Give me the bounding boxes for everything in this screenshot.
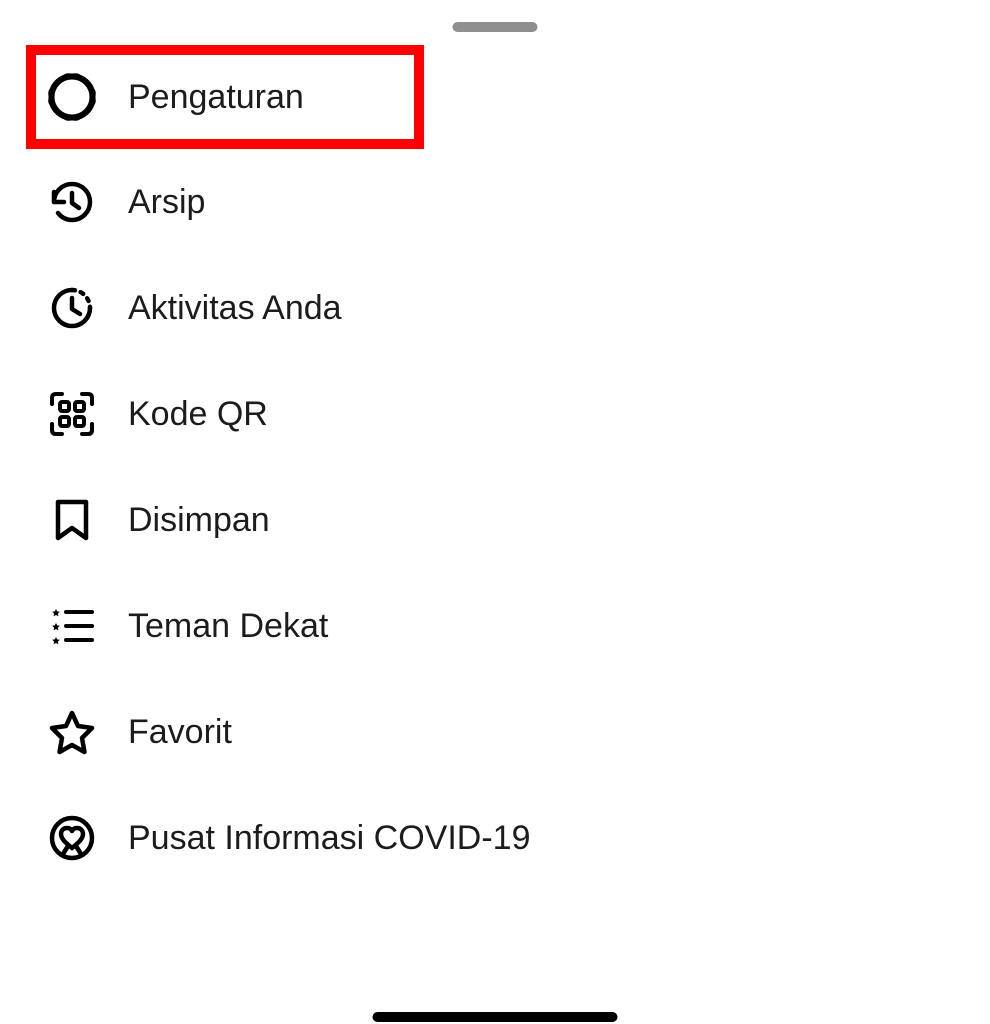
menu-item-activity[interactable]: Aktivitas Anda <box>0 255 990 361</box>
activity-clock-icon <box>48 284 96 332</box>
close-friends-icon <box>48 602 96 650</box>
star-icon <box>48 708 96 756</box>
menu-item-covid-info[interactable]: Pusat Informasi COVID-19 <box>0 785 990 891</box>
menu-label-qr-code: Kode QR <box>128 395 268 434</box>
menu-item-favorites[interactable]: Favorit <box>0 679 990 785</box>
menu-label-settings: Pengaturan <box>128 78 304 117</box>
qr-code-icon <box>48 390 96 438</box>
menu-item-settings[interactable]: Pengaturan <box>26 45 424 149</box>
menu-item-saved[interactable]: Disimpan <box>0 467 990 573</box>
menu-label-covid-info: Pusat Informasi COVID-19 <box>128 819 530 858</box>
menu-label-saved: Disimpan <box>128 501 270 540</box>
menu-label-close-friends: Teman Dekat <box>128 607 328 646</box>
home-indicator[interactable] <box>373 1012 618 1022</box>
history-icon <box>48 178 96 226</box>
gear-icon <box>48 73 96 121</box>
heart-ribbon-icon <box>48 814 96 862</box>
menu-label-archive: Arsip <box>128 183 205 222</box>
menu-label-favorites: Favorit <box>128 713 232 752</box>
menu-item-archive[interactable]: Arsip <box>0 149 990 255</box>
menu-item-qr-code[interactable]: Kode QR <box>0 361 990 467</box>
menu-label-activity: Aktivitas Anda <box>128 289 342 328</box>
menu-list: Pengaturan Arsip Aktivitas Anda <box>0 0 990 891</box>
menu-item-close-friends[interactable]: Teman Dekat <box>0 573 990 679</box>
bookmark-icon <box>48 496 96 544</box>
